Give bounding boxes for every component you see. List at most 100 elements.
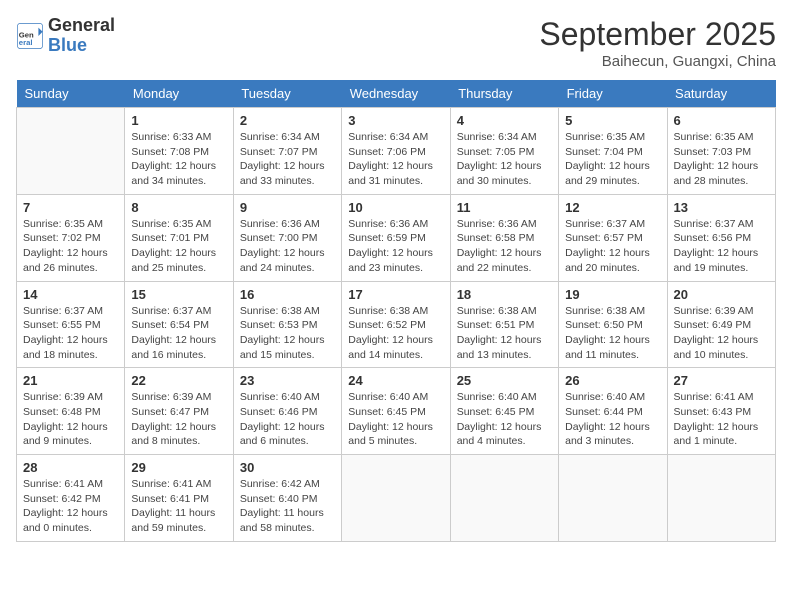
calendar-week-3: 14 Sunrise: 6:37 AMSunset: 6:55 PMDayligh… [17, 281, 776, 368]
calendar-cell: 22Sunrise: 6:39 AMSunset: 6:47 PMDayligh… [125, 368, 233, 455]
day-header-tuesday: Tuesday [233, 80, 341, 108]
day-header-friday: Friday [559, 80, 667, 108]
day-number: 28 [23, 460, 118, 475]
logo: Gen eral General Blue [16, 16, 115, 56]
calendar-cell: 30Sunrise: 6:42 AMSunset: 6:40 PMDayligh… [233, 455, 341, 542]
calendar-week-1: 1Sunrise: 6:33 AMSunset: 7:08 PMDaylight… [17, 108, 776, 195]
day-number: 16 [240, 287, 335, 302]
day-info: Sunrise: 6:33 AMSunset: 7:08 PMDaylight:… [131, 130, 226, 189]
calendar-cell: 5 Sunrise: 6:35 AMSunset: 7:04 PMDaylight… [559, 108, 667, 195]
days-header-row: SundayMondayTuesdayWednesdayThursdayFrid… [17, 80, 776, 108]
day-number: 23 [240, 373, 335, 388]
day-info: Sunrise: 6:39 AMSunset: 6:49 PMDaylight:… [674, 304, 769, 363]
logo-blue-text: Blue [48, 36, 115, 56]
day-info: Sunrise: 6:41 AMSunset: 6:41 PMDaylight:… [131, 477, 226, 536]
svg-text:eral: eral [19, 38, 33, 47]
day-header-monday: Monday [125, 80, 233, 108]
calendar-cell: 23 Sunrise: 6:40 AMSunset: 6:46 PMDayligh… [233, 368, 341, 455]
calendar-cell: 20 Sunrise: 6:39 AMSunset: 6:49 PMDayligh… [667, 281, 775, 368]
day-info: Sunrise: 6:40 AMSunset: 6:45 PMDaylight:… [457, 390, 552, 449]
calendar-cell: 7Sunrise: 6:35 AMSunset: 7:02 PMDaylight… [17, 194, 125, 281]
day-number: 5 [565, 113, 660, 128]
day-info: Sunrise: 6:37 AMSunset: 6:54 PMDaylight:… [131, 304, 226, 363]
calendar-cell: 25 Sunrise: 6:40 AMSunset: 6:45 PMDayligh… [450, 368, 558, 455]
day-info: Sunrise: 6:42 AMSunset: 6:40 PMDaylight:… [240, 477, 335, 536]
day-number: 27 [674, 373, 769, 388]
day-info: Sunrise: 6:41 AMSunset: 6:42 PMDaylight:… [23, 477, 118, 536]
day-info: Sunrise: 6:39 AMSunset: 6:48 PMDaylight:… [23, 390, 118, 449]
day-number: 22 [131, 373, 226, 388]
day-header-wednesday: Wednesday [342, 80, 450, 108]
day-number: 14 [23, 287, 118, 302]
day-info: Sunrise: 6:38 AMSunset: 6:51 PMDaylight:… [457, 304, 552, 363]
calendar-cell: 14 Sunrise: 6:37 AMSunset: 6:55 PMDayligh… [17, 281, 125, 368]
page-header: Gen eral General Blue September 2025 Bai… [16, 16, 776, 70]
calendar-cell [342, 455, 450, 542]
day-number: 9 [240, 200, 335, 215]
day-number: 21 [23, 373, 118, 388]
day-info: Sunrise: 6:35 AMSunset: 7:03 PMDaylight:… [674, 130, 769, 189]
location: Baihecun, Guangxi, China [539, 53, 776, 70]
calendar-cell: 8 Sunrise: 6:35 AMSunset: 7:01 PMDaylight… [125, 194, 233, 281]
day-info: Sunrise: 6:40 AMSunset: 6:45 PMDaylight:… [348, 390, 443, 449]
calendar-cell: 17 Sunrise: 6:38 AMSunset: 6:52 PMDayligh… [342, 281, 450, 368]
day-number: 19 [565, 287, 660, 302]
day-header-thursday: Thursday [450, 80, 558, 108]
day-number: 10 [348, 200, 443, 215]
calendar-week-2: 7Sunrise: 6:35 AMSunset: 7:02 PMDaylight… [17, 194, 776, 281]
day-info: Sunrise: 6:38 AMSunset: 6:53 PMDaylight:… [240, 304, 335, 363]
day-info: Sunrise: 6:40 AMSunset: 6:44 PMDaylight:… [565, 390, 660, 449]
calendar-week-4: 21 Sunrise: 6:39 AMSunset: 6:48 PMDayligh… [17, 368, 776, 455]
day-info: Sunrise: 6:34 AMSunset: 7:07 PMDaylight:… [240, 130, 335, 189]
day-number: 25 [457, 373, 552, 388]
calendar-cell: 4 Sunrise: 6:34 AMSunset: 7:05 PMDaylight… [450, 108, 558, 195]
day-info: Sunrise: 6:41 AMSunset: 6:43 PMDaylight:… [674, 390, 769, 449]
day-number: 8 [131, 200, 226, 215]
calendar-cell: 3 Sunrise: 6:34 AMSunset: 7:06 PMDaylight… [342, 108, 450, 195]
day-number: 3 [348, 113, 443, 128]
day-info: Sunrise: 6:36 AMSunset: 6:59 PMDaylight:… [348, 217, 443, 276]
calendar-cell: 19 Sunrise: 6:38 AMSunset: 6:50 PMDayligh… [559, 281, 667, 368]
day-header-saturday: Saturday [667, 80, 775, 108]
day-number: 18 [457, 287, 552, 302]
calendar-table: SundayMondayTuesdayWednesdayThursdayFrid… [16, 80, 776, 542]
logo-icon: Gen eral [16, 22, 44, 50]
calendar-cell: 28 Sunrise: 6:41 AMSunset: 6:42 PMDayligh… [17, 455, 125, 542]
day-info: Sunrise: 6:36 AMSunset: 7:00 PMDaylight:… [240, 217, 335, 276]
day-info: Sunrise: 6:38 AMSunset: 6:52 PMDaylight:… [348, 304, 443, 363]
day-number: 7 [23, 200, 118, 215]
calendar-cell: 18 Sunrise: 6:38 AMSunset: 6:51 PMDayligh… [450, 281, 558, 368]
day-number: 24 [348, 373, 443, 388]
day-number: 20 [674, 287, 769, 302]
day-info: Sunrise: 6:40 AMSunset: 6:46 PMDaylight:… [240, 390, 335, 449]
day-number: 13 [674, 200, 769, 215]
day-info: Sunrise: 6:38 AMSunset: 6:50 PMDaylight:… [565, 304, 660, 363]
day-number: 6 [674, 113, 769, 128]
calendar-cell: 15 Sunrise: 6:37 AMSunset: 6:54 PMDayligh… [125, 281, 233, 368]
calendar-week-5: 28 Sunrise: 6:41 AMSunset: 6:42 PMDayligh… [17, 455, 776, 542]
title-block: September 2025 Baihecun, Guangxi, China [539, 16, 776, 70]
calendar-cell: 10 Sunrise: 6:36 AMSunset: 6:59 PMDayligh… [342, 194, 450, 281]
day-info: Sunrise: 6:36 AMSunset: 6:58 PMDaylight:… [457, 217, 552, 276]
day-header-sunday: Sunday [17, 80, 125, 108]
day-number: 4 [457, 113, 552, 128]
day-number: 15 [131, 287, 226, 302]
day-number: 2 [240, 113, 335, 128]
calendar-cell: 24 Sunrise: 6:40 AMSunset: 6:45 PMDayligh… [342, 368, 450, 455]
calendar-cell: 1Sunrise: 6:33 AMSunset: 7:08 PMDaylight… [125, 108, 233, 195]
day-number: 26 [565, 373, 660, 388]
day-info: Sunrise: 6:34 AMSunset: 7:05 PMDaylight:… [457, 130, 552, 189]
calendar-cell: 6 Sunrise: 6:35 AMSunset: 7:03 PMDaylight… [667, 108, 775, 195]
day-info: Sunrise: 6:35 AMSunset: 7:04 PMDaylight:… [565, 130, 660, 189]
logo-general-text: General [48, 16, 115, 36]
day-info: Sunrise: 6:37 AMSunset: 6:55 PMDaylight:… [23, 304, 118, 363]
day-info: Sunrise: 6:35 AMSunset: 7:01 PMDaylight:… [131, 217, 226, 276]
calendar-cell: 16 Sunrise: 6:38 AMSunset: 6:53 PMDayligh… [233, 281, 341, 368]
calendar-cell: 13Sunrise: 6:37 AMSunset: 6:56 PMDayligh… [667, 194, 775, 281]
calendar-cell: 9 Sunrise: 6:36 AMSunset: 7:00 PMDaylight… [233, 194, 341, 281]
calendar-cell: 21 Sunrise: 6:39 AMSunset: 6:48 PMDayligh… [17, 368, 125, 455]
calendar-cell [667, 455, 775, 542]
day-info: Sunrise: 6:34 AMSunset: 7:06 PMDaylight:… [348, 130, 443, 189]
day-number: 29 [131, 460, 226, 475]
day-number: 17 [348, 287, 443, 302]
